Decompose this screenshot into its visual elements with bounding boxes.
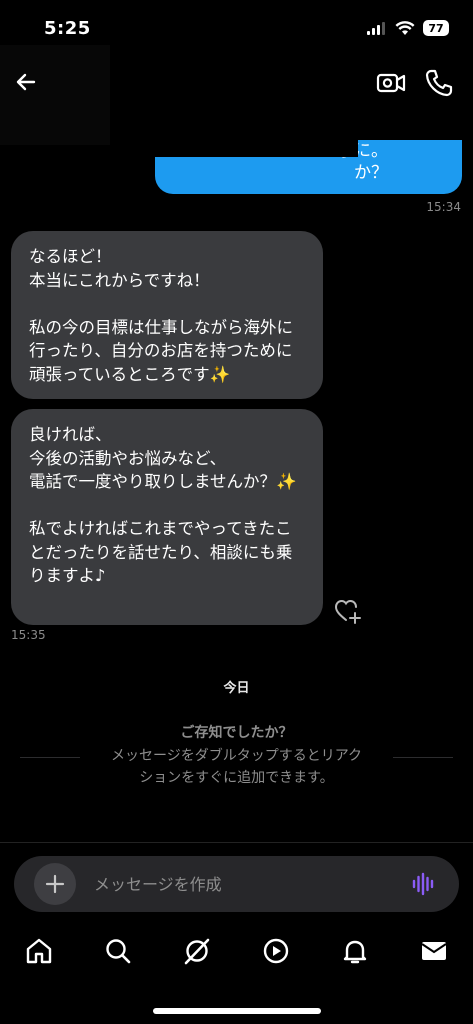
wifi-icon [395,20,415,35]
back-button[interactable] [10,66,42,98]
composer-divider [0,842,473,843]
status-icons: 77 [367,20,449,36]
message-input[interactable] [94,872,394,896]
video-camera-icon [376,73,406,93]
nav-video[interactable] [261,936,291,966]
incoming-message-bubble[interactable]: なるほど！ 本当にこれからですね！ 私の今の目標は仕事しながら海外に行ったり、自… [11,231,323,399]
tip-body: メッセージをダブルタップするとリアク ションをすぐに追加できます。 [80,745,393,789]
tip-title: ご存知でしたか？ [180,725,293,741]
header-redaction [110,45,358,157]
grok-icon [184,938,210,965]
video-play-icon [263,938,289,964]
arrow-left-icon [16,73,36,91]
notifications-bell-icon [343,940,367,964]
video-call-button[interactable] [376,68,406,98]
search-icon [106,939,131,964]
cellular-signal-icon [367,22,385,35]
nav-messages[interactable] [419,936,449,966]
voice-waveform-icon [412,872,434,896]
add-reaction-button[interactable] [334,598,362,624]
messages-envelope-icon [421,942,447,960]
home-indicator [153,1008,321,1014]
bottom-navigation [0,924,473,986]
incoming-message-bubble[interactable]: 良ければ、 今後の活動やお悩みなど、 電話で一度やり取りしませんか？✨ 私でよけ… [11,409,323,625]
nav-grok[interactable] [182,936,212,966]
incoming-message-time: 15:35 [11,628,46,642]
plus-icon [45,874,65,894]
voice-message-button[interactable] [410,870,438,898]
status-time: 5:25 [44,18,91,39]
heart-plus-icon [334,599,361,624]
nav-notifications[interactable] [340,936,370,966]
add-attachment-button[interactable] [34,863,76,905]
nav-home[interactable] [24,936,54,966]
voice-call-button[interactable] [424,68,454,98]
home-icon [26,938,52,964]
phone-icon [425,69,453,97]
nav-search[interactable] [103,936,133,966]
date-divider: 今日 [223,681,250,696]
battery-indicator: 77 [423,20,449,36]
outgoing-message-time: 15:34 [426,200,461,214]
